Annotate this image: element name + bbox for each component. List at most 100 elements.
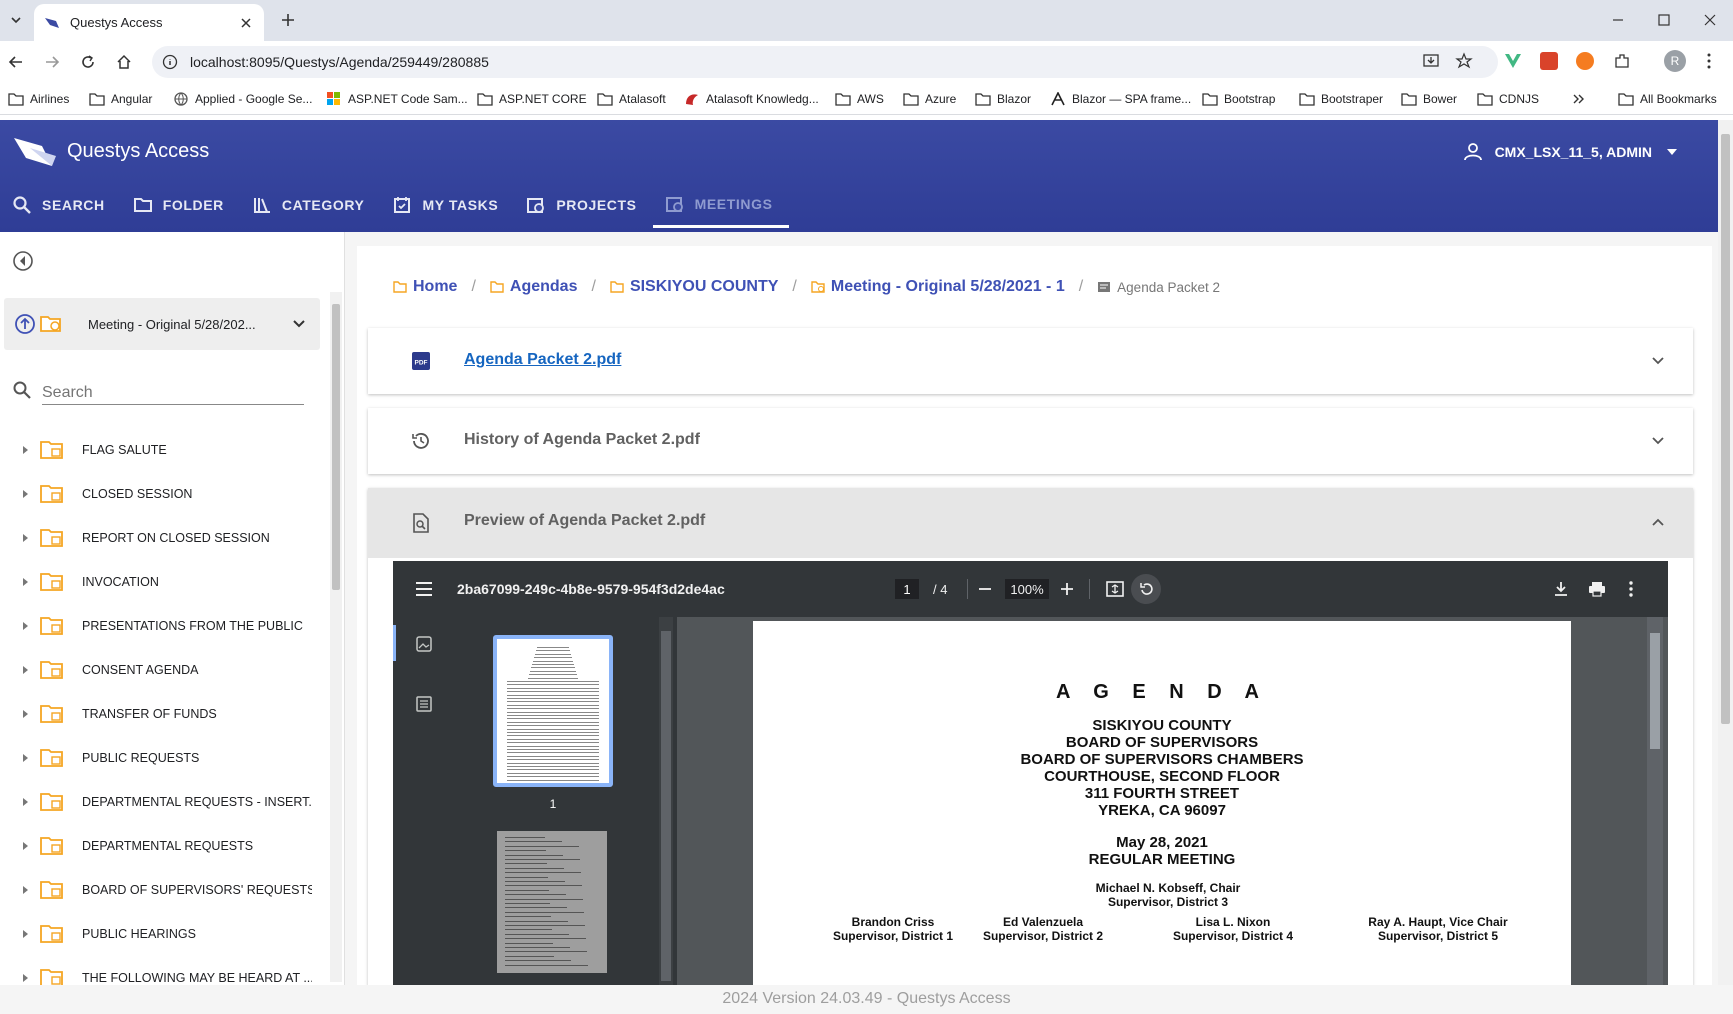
- page-scrollbar[interactable]: [1718, 120, 1733, 985]
- expand-arrow-icon[interactable]: [20, 797, 30, 807]
- bookmark-item[interactable]: ASP.NET Code Sam...: [326, 90, 468, 108]
- nav-search[interactable]: SEARCH: [0, 182, 121, 228]
- close-window-icon[interactable]: [1698, 8, 1722, 32]
- extension-orange-icon[interactable]: [1576, 52, 1594, 70]
- tree-item[interactable]: TRANSFER OF FUNDS: [0, 692, 326, 736]
- new-tab-icon[interactable]: [278, 10, 298, 30]
- bookmark-item[interactable]: Bootstrap: [1202, 90, 1275, 108]
- bookmark-item[interactable]: Bootstraper: [1299, 90, 1383, 108]
- tree-item[interactable]: REPORT ON CLOSED SESSION: [0, 516, 326, 560]
- tree-item[interactable]: PUBLIC REQUESTS: [0, 736, 326, 780]
- expand-arrow-icon[interactable]: [20, 489, 30, 499]
- expand-arrow-icon[interactable]: [20, 533, 30, 543]
- thumbnails-icon[interactable]: [415, 635, 433, 653]
- page-thumbnail-2[interactable]: [497, 831, 607, 973]
- tree-item[interactable]: PUBLIC HEARINGS: [0, 912, 326, 956]
- zoom-level-input[interactable]: 100%: [1005, 579, 1049, 599]
- tab-search-icon[interactable]: [6, 10, 26, 30]
- reload-icon[interactable]: [78, 52, 98, 72]
- thumbnail-scrollbar[interactable]: [659, 617, 673, 985]
- questys-logo-icon[interactable]: [12, 134, 60, 170]
- nav-projects[interactable]: PROJECTS: [514, 182, 652, 228]
- tree-item[interactable]: CLOSED SESSION: [0, 472, 326, 516]
- pdf-scrollbar[interactable]: [1647, 617, 1663, 985]
- expand-arrow-icon[interactable]: [20, 885, 30, 895]
- meeting-selector[interactable]: Meeting - Original 5/28/202...: [4, 298, 320, 350]
- profile-avatar[interactable]: R: [1664, 50, 1686, 72]
- expand-arrow-icon[interactable]: [20, 753, 30, 763]
- chevron-up-icon[interactable]: [1651, 515, 1665, 529]
- browser-tab-active[interactable]: Questys Access: [34, 4, 264, 41]
- sidebar-scrollbar[interactable]: [330, 292, 342, 982]
- tree-item[interactable]: BOARD OF SUPERVISORS' REQUESTS: [0, 868, 326, 912]
- close-tab-icon[interactable]: [238, 15, 254, 31]
- vue-devtools-icon[interactable]: [1504, 52, 1522, 70]
- more-options-icon[interactable]: [1621, 579, 1641, 599]
- upload-circle-icon[interactable]: [14, 313, 36, 335]
- bookmark-item[interactable]: Angular: [89, 90, 152, 108]
- expand-arrow-icon[interactable]: [20, 577, 30, 587]
- bookmark-item[interactable]: Blazor — SPA frame...: [1050, 90, 1191, 108]
- file-link[interactable]: Agenda Packet 2.pdf: [464, 351, 621, 369]
- fit-page-icon[interactable]: [1105, 579, 1125, 599]
- bookmark-item[interactable]: AWS: [835, 90, 884, 108]
- expand-arrow-icon[interactable]: [20, 445, 30, 455]
- bookmark-item[interactable]: Bower: [1401, 90, 1457, 108]
- more-bookmarks-icon[interactable]: [1572, 90, 1586, 108]
- browser-menu-icon[interactable]: [1700, 52, 1718, 70]
- nav-folder[interactable]: FOLDER: [121, 182, 240, 228]
- maximize-icon[interactable]: [1652, 8, 1676, 32]
- bookmark-item[interactable]: Atalasoft Knowledg...: [684, 90, 819, 108]
- crumb-county[interactable]: SISKIYOU COUNTY: [610, 278, 778, 296]
- zoom-in-icon[interactable]: [1057, 579, 1077, 599]
- tree-item[interactable]: DEPARTMENTAL REQUESTS - INSERT...: [0, 780, 326, 824]
- address-bar[interactable]: localhost:8095/Questys/Agenda/259449/280…: [152, 46, 1498, 78]
- crumb-home[interactable]: Home: [393, 278, 457, 296]
- hamburger-menu-icon[interactable]: [415, 581, 433, 597]
- chevron-down-icon[interactable]: [1651, 434, 1665, 448]
- extensions-puzzle-icon[interactable]: [1613, 52, 1631, 70]
- extension-red-icon[interactable]: [1540, 52, 1558, 70]
- page-thumbnail-1[interactable]: [493, 635, 613, 787]
- bookmark-item[interactable]: ASP.NET CORE: [477, 90, 587, 108]
- expand-arrow-icon[interactable]: [20, 621, 30, 631]
- tree-item[interactable]: CONSENT AGENDA: [0, 648, 326, 692]
- zoom-out-icon[interactable]: [975, 579, 995, 599]
- bookmark-item[interactable]: Blazor: [975, 90, 1031, 108]
- tree-item[interactable]: PRESENTATIONS FROM THE PUBLIC: [0, 604, 326, 648]
- crumb-meeting[interactable]: Meeting - Original 5/28/2021 - 1: [811, 278, 1065, 296]
- app-title[interactable]: Questys Access: [67, 140, 209, 163]
- bookmark-item[interactable]: CDNJS: [1477, 90, 1539, 108]
- page-number-input[interactable]: 1: [895, 579, 919, 599]
- rotate-icon[interactable]: [1131, 574, 1161, 604]
- file-panel[interactable]: PDF Agenda Packet 2.pdf: [368, 328, 1693, 394]
- bookmark-item[interactable]: Airlines: [8, 90, 69, 108]
- expand-arrow-icon[interactable]: [20, 841, 30, 851]
- expand-arrow-icon[interactable]: [20, 709, 30, 719]
- collapse-panel-icon[interactable]: [12, 250, 34, 272]
- back-icon[interactable]: [6, 52, 26, 72]
- history-panel[interactable]: History of Agenda Packet 2.pdf: [368, 408, 1693, 474]
- chevron-down-icon[interactable]: [1651, 354, 1665, 368]
- bookmark-star-icon[interactable]: [1454, 51, 1474, 71]
- sidebar-search-input[interactable]: [42, 375, 304, 405]
- tree-item[interactable]: DEPARTMENTAL REQUESTS: [0, 824, 326, 868]
- expand-arrow-icon[interactable]: [20, 973, 30, 983]
- all-bookmarks[interactable]: All Bookmarks: [1618, 90, 1717, 108]
- tree-item[interactable]: FLAG SALUTE: [0, 428, 326, 472]
- site-info-icon[interactable]: [162, 54, 178, 70]
- crumb-agendas[interactable]: Agendas: [490, 278, 577, 296]
- bookmark-item[interactable]: Atalasoft: [597, 90, 666, 108]
- nav-my-tasks[interactable]: MY TASKS: [380, 182, 514, 228]
- nav-category[interactable]: CATEGORY: [240, 182, 381, 228]
- expand-arrow-icon[interactable]: [20, 665, 30, 675]
- forward-icon[interactable]: [42, 52, 62, 72]
- install-app-icon[interactable]: [1421, 51, 1441, 71]
- user-menu[interactable]: CMX_LSX_11_5, ADMIN: [1463, 142, 1678, 162]
- expand-arrow-icon[interactable]: [20, 929, 30, 939]
- bookmark-item[interactable]: Azure: [903, 90, 956, 108]
- bookmark-item[interactable]: Applied - Google Se...: [173, 90, 312, 108]
- nav-meetings[interactable]: MEETINGS: [652, 182, 789, 228]
- download-icon[interactable]: [1551, 579, 1571, 599]
- tree-item[interactable]: INVOCATION: [0, 560, 326, 604]
